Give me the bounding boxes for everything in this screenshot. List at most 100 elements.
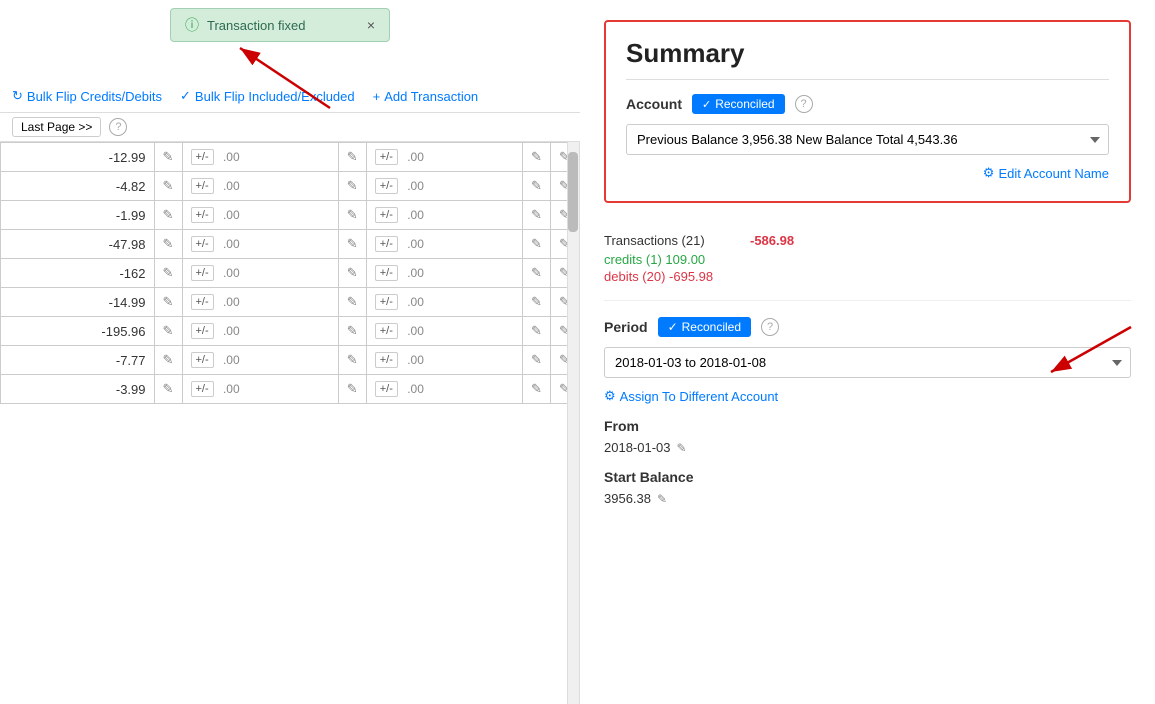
assign-account-link[interactable]: ⚙ Assign To Different Account bbox=[604, 388, 1131, 404]
summary-title: Summary bbox=[626, 38, 1109, 69]
start-balance-edit-icon[interactable]: ✎ bbox=[657, 492, 667, 506]
period-section: Period ✓ Reconciled ? 2018-01-03 to 2018… bbox=[604, 317, 1131, 506]
edit-icon-cell-3[interactable]: ✎ bbox=[523, 201, 551, 230]
edit-icon-cell-3[interactable]: ✎ bbox=[523, 346, 551, 375]
toast-message: Transaction fixed bbox=[207, 18, 306, 33]
edit-icon-cell[interactable]: ✎ bbox=[154, 346, 182, 375]
plus-minus-button[interactable]: +/- bbox=[191, 352, 214, 368]
plus-minus-button-2[interactable]: +/- bbox=[375, 381, 398, 397]
amount-cell: -195.96 bbox=[1, 317, 155, 346]
plus-minus-cell-2: +/- .00 bbox=[366, 375, 522, 404]
plus-icon: + bbox=[373, 89, 381, 104]
edit-icon-cell[interactable]: ✎ bbox=[154, 230, 182, 259]
transactions-table: -12.99 ✎ +/- .00 ✎ +/- .00 bbox=[0, 142, 579, 404]
plus-minus-button[interactable]: +/- bbox=[191, 178, 214, 194]
from-value-row: 2018-01-03 ✎ bbox=[604, 440, 1131, 455]
assign-gear-icon: ⚙ bbox=[604, 388, 616, 404]
plus-minus-cell: +/- .00 bbox=[182, 259, 338, 288]
bulk-flip-included-button[interactable]: ✓ Bulk Flip Included/Excluded bbox=[180, 88, 355, 104]
edit-icon-cell[interactable]: ✎ bbox=[154, 201, 182, 230]
start-balance-value-row: 3956.38 ✎ bbox=[604, 491, 1131, 506]
edit-icon-cell-2[interactable]: ✎ bbox=[338, 317, 366, 346]
edit-icon-cell[interactable]: ✎ bbox=[154, 288, 182, 317]
from-date: 2018-01-03 bbox=[604, 440, 671, 455]
transactions-row: Transactions (21) -586.98 bbox=[604, 233, 1131, 248]
period-help-icon[interactable]: ? bbox=[761, 318, 779, 336]
gear-icon: ⚙ bbox=[983, 165, 995, 181]
plus-minus-button[interactable]: +/- bbox=[191, 381, 214, 397]
toast-notification: ⓘ Transaction fixed × bbox=[170, 8, 390, 42]
edit-icon-cell[interactable]: ✎ bbox=[154, 143, 182, 172]
edit-icon-cell-3[interactable]: ✎ bbox=[523, 172, 551, 201]
edit-icon-cell-2[interactable]: ✎ bbox=[338, 375, 366, 404]
plus-minus-button-2[interactable]: +/- bbox=[375, 323, 398, 339]
plus-minus-button[interactable]: +/- bbox=[191, 149, 214, 165]
plus-minus-button-2[interactable]: +/- bbox=[375, 149, 398, 165]
plus-minus-button-2[interactable]: +/- bbox=[375, 236, 398, 252]
plus-minus-button-2[interactable]: +/- bbox=[375, 352, 398, 368]
plus-minus-cell-2: +/- .00 bbox=[366, 201, 522, 230]
edit-icon-cell-2[interactable]: ✎ bbox=[338, 346, 366, 375]
edit-icon-cell-2[interactable]: ✎ bbox=[338, 259, 366, 288]
from-edit-icon[interactable]: ✎ bbox=[677, 441, 687, 455]
last-page-button[interactable]: Last Page >> bbox=[12, 117, 101, 137]
account-reconciled-label: Reconciled bbox=[715, 97, 774, 111]
scrollbar-track[interactable] bbox=[567, 142, 579, 704]
plus-minus-button-2[interactable]: +/- bbox=[375, 207, 398, 223]
edit-icon-cell-2[interactable]: ✎ bbox=[338, 201, 366, 230]
edit-icon-cell-3[interactable]: ✎ bbox=[523, 143, 551, 172]
stats-section: Transactions (21) -586.98 credits (1) 10… bbox=[604, 223, 1131, 301]
plus-minus-cell-2: +/- .00 bbox=[366, 346, 522, 375]
edit-icon-cell-3[interactable]: ✎ bbox=[523, 375, 551, 404]
account-help-icon[interactable]: ? bbox=[795, 95, 813, 113]
period-reconciled-button[interactable]: ✓ Reconciled bbox=[658, 317, 751, 337]
plus-minus-cell: +/- .00 bbox=[182, 346, 338, 375]
edit-icon-cell[interactable]: ✎ bbox=[154, 375, 182, 404]
toast-close-button[interactable]: × bbox=[367, 17, 375, 33]
edit-icon-cell-2[interactable]: ✎ bbox=[338, 143, 366, 172]
scrollbar-thumb[interactable] bbox=[568, 152, 578, 232]
plus-minus-button[interactable]: +/- bbox=[191, 207, 214, 223]
edit-account-name-link[interactable]: ⚙ Edit Account Name bbox=[983, 165, 1109, 181]
bulk-flip-credits-button[interactable]: ↻ Bulk Flip Credits/Debits bbox=[12, 88, 162, 104]
plus-minus-cell: +/- .00 bbox=[182, 143, 338, 172]
table-row: -162 ✎ +/- .00 ✎ +/- .00 bbox=[1, 259, 579, 288]
account-reconciled-button[interactable]: ✓ Reconciled bbox=[692, 94, 785, 114]
edit-icon-cell-2[interactable]: ✎ bbox=[338, 172, 366, 201]
amount-cell: -14.99 bbox=[1, 288, 155, 317]
edit-icon-cell[interactable]: ✎ bbox=[154, 259, 182, 288]
edit-icon-cell-3[interactable]: ✎ bbox=[523, 259, 551, 288]
plus-minus-button[interactable]: +/- bbox=[191, 323, 214, 339]
plus-minus-cell: +/- .00 bbox=[182, 230, 338, 259]
pagination-help-icon[interactable]: ? bbox=[109, 118, 127, 136]
table-row: -7.77 ✎ +/- .00 ✎ +/- .00 bbox=[1, 346, 579, 375]
edit-icon-cell-2[interactable]: ✎ bbox=[338, 230, 366, 259]
plus-minus-cell-2: +/- .00 bbox=[366, 259, 522, 288]
edit-icon-cell-3[interactable]: ✎ bbox=[523, 230, 551, 259]
amount-cell: -47.98 bbox=[1, 230, 155, 259]
edit-icon-cell[interactable]: ✎ bbox=[154, 172, 182, 201]
plus-minus-button[interactable]: +/- bbox=[191, 294, 214, 310]
check-icon-period: ✓ bbox=[668, 320, 678, 334]
pagination-row: Last Page >> ? bbox=[0, 113, 580, 142]
table-row: -12.99 ✎ +/- .00 ✎ +/- .00 bbox=[1, 143, 579, 172]
plus-minus-button[interactable]: +/- bbox=[191, 265, 214, 281]
table-row: -47.98 ✎ +/- .00 ✎ +/- .00 bbox=[1, 230, 579, 259]
plus-minus-button-2[interactable]: +/- bbox=[375, 294, 398, 310]
amount-cell: -4.82 bbox=[1, 172, 155, 201]
plus-minus-button[interactable]: +/- bbox=[191, 236, 214, 252]
start-balance-label: Start Balance bbox=[604, 469, 1131, 485]
summary-section: Summary Account ✓ Reconciled ? Previous … bbox=[604, 20, 1131, 203]
edit-icon-cell-2[interactable]: ✎ bbox=[338, 288, 366, 317]
edit-icon-cell-3[interactable]: ✎ bbox=[523, 288, 551, 317]
balance-select[interactable]: Previous Balance 3,956.38 New Balance To… bbox=[626, 124, 1109, 155]
add-transaction-button[interactable]: + Add Transaction bbox=[373, 89, 479, 104]
plus-minus-button-2[interactable]: +/- bbox=[375, 265, 398, 281]
edit-icon-cell-3[interactable]: ✎ bbox=[523, 317, 551, 346]
transactions-label: Transactions (21) bbox=[604, 233, 734, 248]
period-select[interactable]: 2018-01-03 to 2018-01-08 bbox=[604, 347, 1131, 378]
plus-minus-button-2[interactable]: +/- bbox=[375, 178, 398, 194]
edit-icon-cell[interactable]: ✎ bbox=[154, 317, 182, 346]
debits-label: debits (20) -695.98 bbox=[604, 269, 713, 284]
account-label: Account bbox=[626, 96, 682, 112]
